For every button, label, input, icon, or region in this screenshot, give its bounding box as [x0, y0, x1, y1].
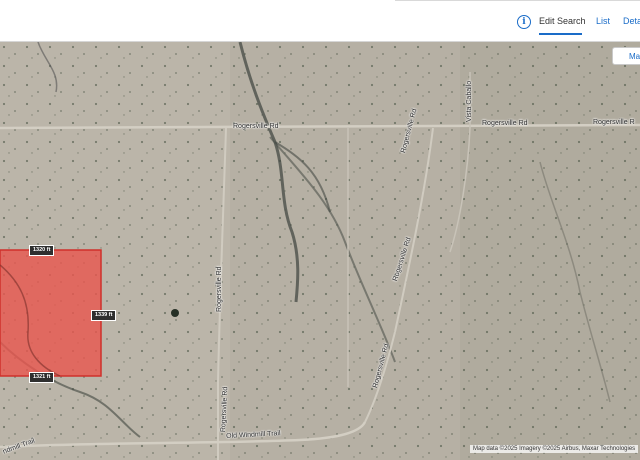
dimension-label-top: 1320 ft	[29, 245, 55, 256]
map-type-button[interactable]: Ma	[612, 47, 640, 65]
road-label-rogersville: Rogersville Rd	[216, 266, 223, 312]
dimension-label-right: 1339 ft	[91, 310, 117, 321]
map-imagery	[0, 42, 640, 460]
active-tab-indicator	[539, 33, 582, 35]
tab-edit-search[interactable]: Edit Search	[539, 16, 586, 26]
divider	[395, 0, 640, 1]
road-label-rogersville: Rogersville Rd	[233, 123, 279, 130]
info-icon[interactable]: i	[517, 15, 531, 29]
road-label-vista-caballo: Vista Caballo	[466, 80, 473, 122]
road-label-rogersville: Rogersville R	[593, 119, 635, 126]
top-navigation-bar: i Edit Search List Deta	[0, 0, 640, 42]
road-label-rogersville: Rogersville Rd	[482, 120, 528, 127]
satellite-map[interactable]: Rogersville Rd Rogersville Rd Rogersvill…	[0, 42, 640, 460]
dimension-label-bottom: 1321 ft	[29, 372, 55, 383]
tab-details[interactable]: Deta	[623, 16, 640, 26]
map-attribution: Map data ©2025 Imagery ©2025 Airbus, Max…	[470, 445, 639, 453]
tab-list[interactable]: List	[596, 16, 610, 26]
